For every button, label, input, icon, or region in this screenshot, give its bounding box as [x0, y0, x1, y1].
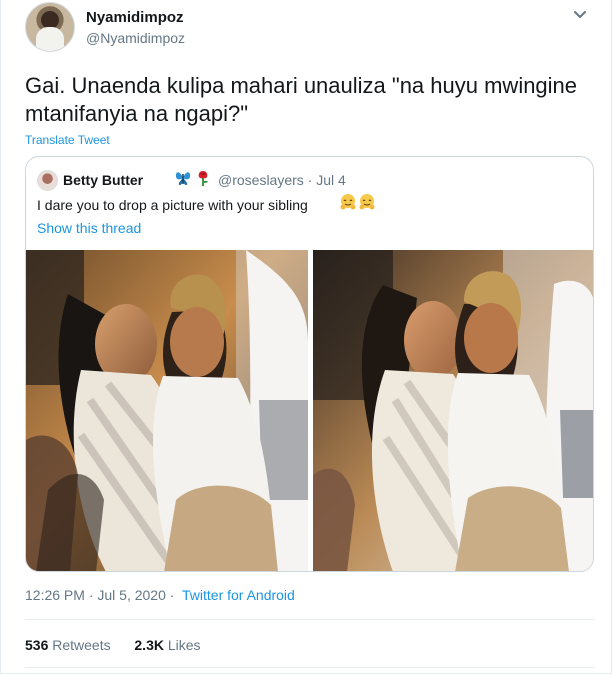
tweet-timestamp[interactable]: 12:26 PM · Jul 5, 2020 ·: [25, 586, 174, 604]
author-avatar[interactable]: [25, 2, 75, 52]
hugging-face-icon: [359, 194, 375, 210]
quoted-tweet-text: I dare you to drop a picture with your s…: [37, 197, 308, 213]
rose-icon: [198, 171, 208, 186]
quoted-photo-grid: [26, 250, 593, 571]
likes-count[interactable]: 2.3K: [134, 637, 164, 653]
hugging-face-icon: [340, 194, 356, 210]
quoted-tweet-card[interactable]: Betty Butter @roseslayers · Jul 4 I dare…: [25, 156, 594, 572]
translate-tweet-link[interactable]: Translate Tweet: [25, 132, 110, 148]
quoted-author-avatar[interactable]: [37, 170, 58, 191]
likes-label[interactable]: Likes: [168, 637, 201, 653]
retweets-label[interactable]: Retweets: [52, 637, 110, 653]
tweet-detail: Nyamidimpoz @Nyamidimpoz Gai. Unaenda ku…: [0, 0, 612, 674]
author-handle[interactable]: @Nyamidimpoz: [86, 29, 185, 47]
quoted-author-display-name[interactable]: Betty Butter: [63, 171, 143, 189]
tweet-source-link[interactable]: Twitter for Android: [182, 586, 295, 604]
chevron-down-icon[interactable]: [573, 8, 587, 22]
tweet-stats: 536 Retweets 2.3K Likes: [25, 636, 201, 654]
quoted-handle-date[interactable]: @roseslayers · Jul 4: [218, 171, 346, 189]
butterfly-icon: [175, 172, 191, 185]
tweet-header: Nyamidimpoz @Nyamidimpoz: [25, 2, 595, 52]
show-thread-link[interactable]: Show this thread: [37, 219, 141, 237]
stats-bottom-divider: [25, 667, 595, 668]
retweets-count[interactable]: 536: [25, 637, 48, 653]
stats-top-divider: [25, 619, 595, 620]
author-display-name[interactable]: Nyamidimpoz: [86, 9, 184, 27]
tweet-text: Gai. Unaenda kulipa mahari unauliza "na …: [25, 73, 578, 126]
quoted-photo-1[interactable]: [26, 250, 308, 571]
quoted-photo-2[interactable]: [313, 250, 593, 571]
